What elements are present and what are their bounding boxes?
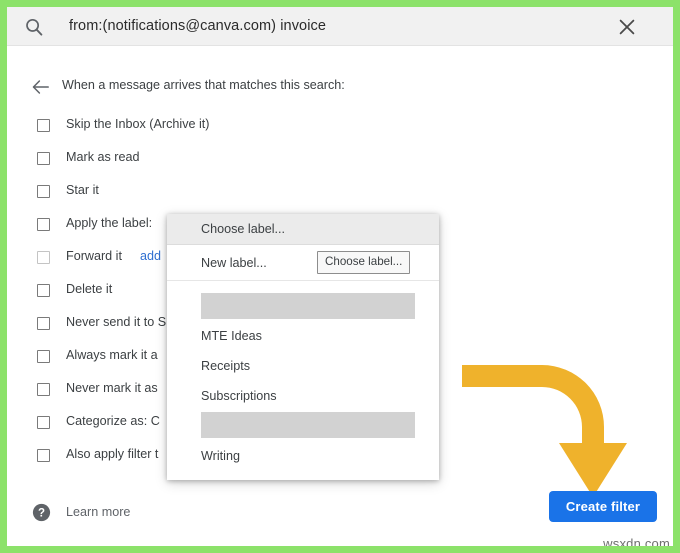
checkbox[interactable]	[37, 449, 50, 462]
label-dropdown-menu[interactable]: Choose label... New label... Choose labe…	[167, 214, 439, 480]
gmail-filter-screenshot: from:(notifications@canva.com) invoice W…	[0, 0, 680, 553]
search-input[interactable]: from:(notifications@canva.com) invoice	[69, 18, 326, 34]
app-window: from:(notifications@canva.com) invoice W…	[7, 7, 673, 546]
watermark: wsxdn.com	[603, 536, 670, 551]
filter-option-star-it[interactable]: Star it	[7, 181, 447, 214]
page-title: When a message arrives that matches this…	[62, 78, 345, 92]
checkbox[interactable]	[37, 416, 50, 429]
filter-option-label: Apply the label:	[66, 216, 153, 230]
checkbox[interactable]	[37, 284, 50, 297]
checkbox[interactable]	[37, 218, 50, 231]
choose-label-button[interactable]: Choose label...	[317, 251, 411, 274]
filter-option-label: Mark as read	[66, 150, 140, 164]
checkbox[interactable]	[37, 317, 50, 330]
arrow-left-icon[interactable]	[31, 77, 51, 97]
search-icon[interactable]	[24, 17, 44, 37]
close-icon[interactable]	[617, 17, 637, 37]
filter-option-label: Always mark it a	[66, 348, 158, 362]
dropdown-item-subscriptions[interactable]: Subscriptions	[201, 389, 277, 403]
svg-text:?: ?	[38, 508, 45, 520]
new-label-text: New label...	[201, 256, 267, 270]
dropdown-item-new-label[interactable]: New label... Choose label...	[167, 245, 439, 281]
dropdown-item-redacted[interactable]	[201, 412, 415, 438]
filter-option-label: Forward it	[66, 249, 122, 263]
filter-option-label: Categorize as: C	[66, 414, 160, 428]
checkbox[interactable]	[37, 152, 50, 165]
dropdown-item-receipts[interactable]: Receipts	[201, 359, 250, 373]
filter-option-label: Also apply filter t	[66, 447, 159, 461]
filter-option-label: Skip the Inbox (Archive it)	[66, 117, 210, 131]
dropdown-item-redacted[interactable]	[201, 293, 415, 319]
checkbox[interactable]	[37, 383, 50, 396]
add-forwarding-address-link[interactable]: add	[140, 249, 161, 263]
help-circle-icon: ?	[32, 503, 51, 522]
dropdown-item-writing[interactable]: Writing	[201, 449, 240, 463]
filter-option-label: Star it	[66, 183, 99, 197]
filter-option-mark-as-read[interactable]: Mark as read	[7, 148, 447, 181]
filter-option-skip-inbox[interactable]: Skip the Inbox (Archive it)	[7, 115, 447, 148]
dropdown-item-mte-ideas[interactable]: MTE Ideas	[201, 329, 262, 343]
search-bar[interactable]: from:(notifications@canva.com) invoice	[7, 7, 673, 46]
panel-heading-row: When a message arrives that matches this…	[7, 76, 673, 98]
checkbox[interactable]	[37, 251, 50, 264]
checkbox[interactable]	[37, 350, 50, 363]
checkbox[interactable]	[37, 185, 50, 198]
filter-option-label: Never send it to S	[66, 315, 167, 329]
checkbox[interactable]	[37, 119, 50, 132]
create-filter-button[interactable]: Create filter	[549, 491, 657, 522]
dropdown-item-choose-label-header[interactable]: Choose label...	[167, 214, 439, 245]
filter-option-label: Never mark it as	[66, 381, 158, 395]
dropdown-header-label: Choose label...	[201, 222, 286, 236]
learn-more-link[interactable]: Learn more	[66, 505, 130, 519]
filter-option-label: Delete it	[66, 282, 113, 296]
